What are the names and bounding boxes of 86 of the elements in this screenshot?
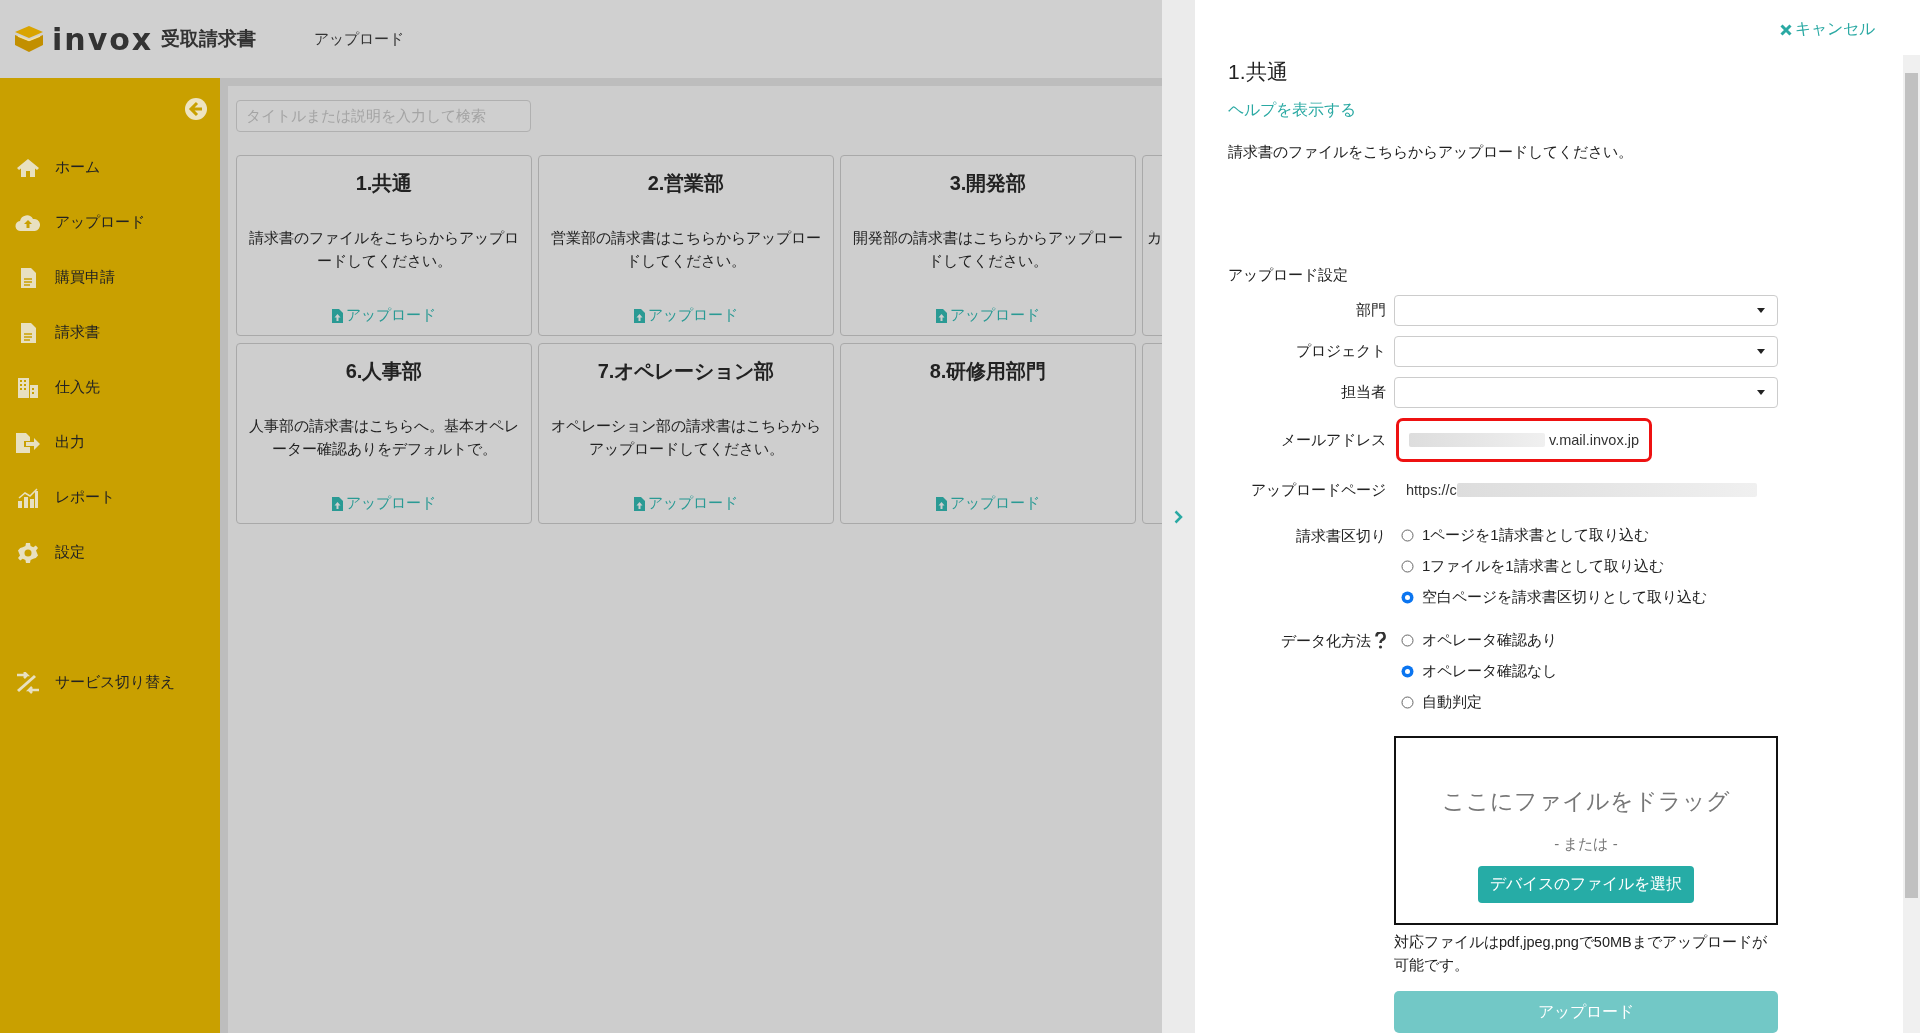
field-label: メールアドレス: [1280, 430, 1387, 450]
scrollbar[interactable]: [1903, 55, 1920, 1033]
radio-option[interactable]: 自動判定: [1394, 687, 1557, 718]
radio-button[interactable]: [1401, 634, 1414, 647]
switch-arrows-icon: [15, 671, 41, 694]
radio-button[interactable]: [1401, 665, 1414, 678]
or-separator: - または -: [1554, 835, 1618, 854]
card-title: 2.営業部: [647, 171, 725, 196]
card-title: 1.共通: [355, 171, 413, 196]
department-card[interactable]: 6.人事部 人事部の請求書はこちらへ。基本オペレーター確認ありをデフォルトで。 アップロード: [236, 343, 532, 524]
file-upload-icon: [332, 496, 343, 511]
settings-icon: [17, 541, 39, 564]
export-icon: [15, 431, 41, 454]
help-icon[interactable]: [1375, 632, 1386, 649]
sidebar-item[interactable]: 請求書: [0, 305, 220, 360]
card-description: 営業部の請求書はこちらからアップロードしてください。: [550, 229, 822, 271]
radio-button[interactable]: [1401, 560, 1414, 573]
card-description: 請求書のファイルをこちらからアップロードしてください。: [248, 229, 520, 271]
card-title: 7.オペレーション部: [597, 359, 775, 384]
field-label: 請求書区切り: [1296, 526, 1386, 546]
dropdown[interactable]: [1394, 336, 1778, 367]
brand-name: invox: [52, 21, 154, 57]
sidebar-item[interactable]: 仕入先: [0, 360, 220, 415]
upload-page-url: https://c: [1394, 472, 1757, 508]
file-upload-icon: [634, 308, 645, 323]
cloud-upload-icon: [15, 213, 41, 232]
collapse-icon[interactable]: [185, 98, 207, 120]
drop-prompt: ここにファイルをドラッグ: [1442, 787, 1730, 816]
product-name: 受取請求書: [161, 27, 257, 51]
field-label: アップロードページ: [1250, 480, 1387, 500]
document-icon: [19, 266, 37, 289]
dropdown[interactable]: [1394, 295, 1778, 326]
section-heading: アップロード設定: [1228, 266, 1349, 285]
sidebar-item[interactable]: レポート: [0, 470, 220, 525]
email-address: v.mail.invox.jp: [1396, 418, 1652, 462]
file-drop-zone[interactable]: ここにファイルをドラッグ - または - デバイスのファイルを選択: [1394, 736, 1778, 925]
card-title: 8.研修用部門: [929, 359, 1047, 384]
home-icon: [16, 157, 40, 178]
document-icon: [19, 321, 37, 344]
file-upload-icon: [634, 496, 645, 511]
file-upload-icon: [936, 496, 947, 511]
department-card[interactable]: 1.共通 請求書のファイルをこちらからアップロードしてください。 アップロード: [236, 155, 532, 336]
radio-button[interactable]: [1401, 529, 1414, 542]
file-note: 対応ファイルはpdf,jpeg,pngで50MBまでアップロードが可能です。: [1394, 933, 1768, 975]
card-description: カ: [1147, 229, 1162, 248]
field-label: 担当者: [1340, 383, 1387, 402]
sidebar-item[interactable]: 購買申請: [0, 250, 220, 305]
radio-option[interactable]: 1ページを1請求書として取り込む: [1394, 520, 1707, 551]
department-card[interactable]: 3.開発部 開発部の請求書はこちらからアップロードしてください。 アップロード: [840, 155, 1136, 336]
sidebar-item[interactable]: 出力: [0, 415, 220, 470]
radio-option[interactable]: オペレータ確認あり: [1394, 625, 1557, 656]
close-icon: [1780, 23, 1792, 36]
field-label: プロジェクト: [1295, 342, 1387, 361]
page-title: アップロード: [314, 29, 405, 49]
field-label: 部門: [1355, 301, 1387, 320]
card-title: 6.人事部: [345, 359, 423, 384]
panel-description: 請求書のファイルをこちらからアップロードしてください。: [1228, 143, 1634, 162]
card-title: 3.開発部: [949, 171, 1027, 196]
field-label: データ化方法: [1281, 631, 1371, 651]
department-card[interactable]: カ: [1142, 155, 1162, 336]
file-upload-icon: [332, 308, 343, 323]
dropdown[interactable]: [1394, 377, 1778, 408]
radio-option[interactable]: 1ファイルを1請求書として取り込む: [1394, 551, 1707, 582]
department-card[interactable]: 8.研修用部門 アップロード: [840, 343, 1136, 524]
file-upload-icon: [936, 308, 947, 323]
department-card[interactable]: 7.オペレーション部 オペレーション部の請求書はこちらからアップロードしてください。 アップロード: [538, 343, 834, 524]
radio-button[interactable]: [1401, 696, 1414, 709]
panel-title: 1.共通: [1228, 59, 1289, 85]
card-description: オペレーション部の請求書はこちらからアップロードしてください。: [550, 417, 822, 459]
caret-icon: [1757, 308, 1765, 313]
card-description: 人事部の請求書はこちらへ。基本オペレーター確認ありをデフォルトで。: [248, 417, 520, 459]
building-icon: [17, 376, 39, 399]
chevron-right-icon[interactable]: [1174, 509, 1183, 524]
logo-icon: [14, 25, 44, 53]
department-card[interactable]: 2.営業部 営業部の請求書はこちらからアップロードしてください。 アップロード: [538, 155, 834, 336]
radio-option[interactable]: オペレータ確認なし: [1394, 656, 1557, 687]
sidebar-item[interactable]: 設定: [0, 525, 220, 580]
sidebar-item[interactable]: ホーム: [0, 140, 220, 195]
bar-chart-icon: [17, 486, 39, 509]
radio-button[interactable]: [1401, 591, 1414, 604]
caret-icon: [1757, 349, 1765, 354]
sidebar-item[interactable]: サービス切り替え: [0, 655, 220, 710]
caret-icon: [1757, 390, 1765, 395]
card-description: 開発部の請求書はこちらからアップロードしてください。: [852, 229, 1124, 271]
radio-option[interactable]: 空白ページを請求書区切りとして取り込む: [1394, 582, 1707, 613]
sidebar-item[interactable]: アップロード: [0, 195, 220, 250]
